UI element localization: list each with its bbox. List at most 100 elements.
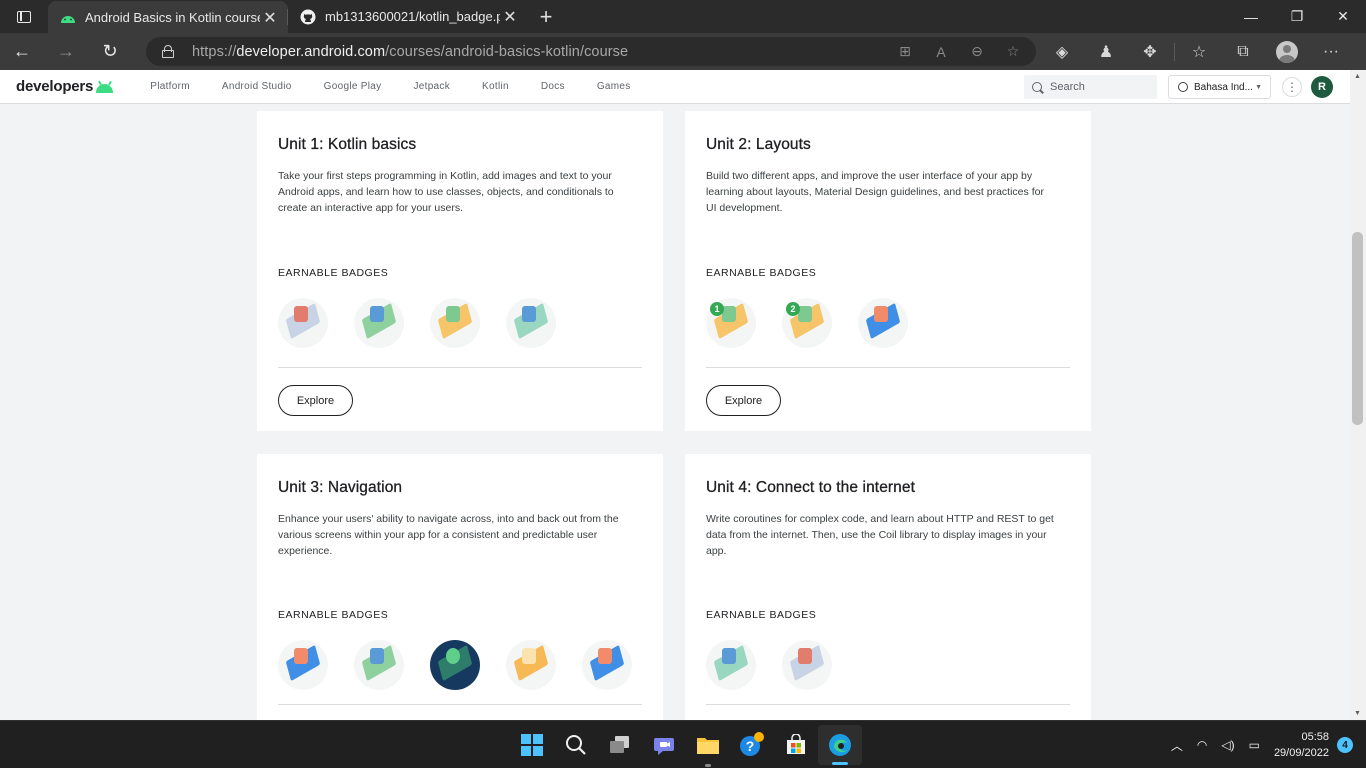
url-host: developer.android.com bbox=[236, 43, 386, 60]
taskbar-apps: ? bbox=[510, 721, 862, 768]
url-path: /courses/android-basics-kotlin/course bbox=[385, 43, 629, 60]
wifi-icon[interactable]: ◠ bbox=[1197, 738, 1207, 752]
badge-list: 1 2 bbox=[706, 298, 908, 348]
url-scheme: https:// bbox=[192, 43, 237, 60]
clock-time: 05:58 bbox=[1301, 731, 1329, 743]
refresh-button[interactable]: ↻ bbox=[88, 33, 132, 70]
svg-text:?: ? bbox=[746, 738, 755, 754]
url-text[interactable]: https://developer.android.com/courses/an… bbox=[192, 44, 628, 60]
edge-browser-button[interactable] bbox=[818, 725, 862, 765]
chat-icon bbox=[654, 738, 674, 755]
start-button[interactable] bbox=[510, 721, 554, 768]
badge-icon[interactable] bbox=[506, 640, 556, 690]
close-window-button[interactable]: ✕ bbox=[1320, 0, 1366, 33]
badge-icon[interactable] bbox=[430, 640, 480, 690]
nav-kotlin[interactable]: Kotlin bbox=[482, 81, 509, 92]
badge-icon[interactable] bbox=[278, 298, 328, 348]
nav-docs[interactable]: Docs bbox=[541, 81, 565, 92]
user-avatar[interactable]: R bbox=[1311, 76, 1333, 98]
windows-logo-icon bbox=[521, 734, 543, 756]
app-available-icon[interactable]: ⊞ bbox=[894, 43, 916, 60]
add-favorite-icon[interactable]: ☆ bbox=[1002, 43, 1024, 60]
search-placeholder: Search bbox=[1050, 81, 1085, 93]
site-header: developers Platform Android Studio Googl… bbox=[0, 70, 1350, 104]
tips-button[interactable]: ? bbox=[730, 721, 774, 768]
new-tab-button[interactable]: + bbox=[528, 0, 564, 33]
favorites-icon[interactable]: ☆ bbox=[1177, 42, 1221, 62]
explore-button[interactable]: Explore bbox=[278, 385, 353, 416]
site-search-input[interactable]: Search bbox=[1024, 75, 1157, 99]
badge-number: 2 bbox=[786, 302, 800, 316]
github-favicon-icon bbox=[300, 9, 316, 25]
notification-badge[interactable]: 4 bbox=[1337, 737, 1353, 753]
browser-titlebar: Android Basics in Kotlin course | ✕ mb13… bbox=[0, 0, 1366, 34]
card-divider bbox=[706, 704, 1070, 705]
teams-chat-button[interactable] bbox=[642, 721, 686, 768]
address-bar-actions: ⊞ A ⊖ ☆ bbox=[894, 37, 1024, 66]
unit-description: Write coroutines for complex code, and l… bbox=[706, 513, 1054, 557]
tab-actions-icon bbox=[17, 10, 31, 23]
zoom-icon[interactable]: ⊖ bbox=[966, 43, 988, 60]
badge-icon[interactable]: 2 bbox=[782, 298, 832, 348]
nav-platform[interactable]: Platform bbox=[150, 81, 190, 92]
extension-person-icon[interactable]: ♟ bbox=[1084, 42, 1128, 62]
badge-icon[interactable]: 1 bbox=[706, 298, 756, 348]
developers-logo[interactable]: developers bbox=[16, 78, 114, 95]
extensions-puzzle-icon[interactable]: ✥ bbox=[1128, 42, 1172, 62]
taskbar-search-button[interactable] bbox=[554, 721, 598, 768]
page-scrollbar[interactable]: ▲ ▼ bbox=[1350, 70, 1366, 720]
search-icon bbox=[1032, 82, 1042, 92]
tab-android-basics[interactable]: Android Basics in Kotlin course | ✕ bbox=[48, 1, 288, 34]
nav-google-play[interactable]: Google Play bbox=[324, 81, 382, 92]
more-options-button[interactable]: ⋮ bbox=[1282, 77, 1302, 97]
unit-title: Unit 1: Kotlin basics bbox=[278, 136, 417, 153]
badge-icon[interactable] bbox=[354, 298, 404, 348]
nav-jetpack[interactable]: Jetpack bbox=[413, 81, 450, 92]
nav-games[interactable]: Games bbox=[597, 81, 631, 92]
battery-icon[interactable]: ▭ bbox=[1249, 738, 1260, 752]
task-view-button[interactable] bbox=[598, 721, 642, 768]
show-hidden-icons-icon[interactable]: ︿ bbox=[1171, 737, 1183, 754]
folder-icon bbox=[697, 738, 719, 754]
nav-android-studio[interactable]: Android Studio bbox=[222, 81, 292, 92]
tab-actions-menu-button[interactable] bbox=[0, 0, 48, 33]
badge-icon[interactable] bbox=[782, 640, 832, 690]
unit-title: Unit 3: Navigation bbox=[278, 479, 403, 496]
running-indicator bbox=[832, 762, 848, 765]
badge-icon[interactable] bbox=[706, 640, 756, 690]
badge-icon[interactable] bbox=[354, 640, 404, 690]
extension-globe-icon[interactable]: ◈ bbox=[1040, 42, 1084, 62]
scroll-down-arrow-icon[interactable]: ▼ bbox=[1354, 710, 1361, 717]
address-bar[interactable]: https://developer.android.com/courses/an… bbox=[146, 37, 1036, 66]
read-aloud-icon[interactable]: A bbox=[930, 44, 952, 60]
help-icon: ? bbox=[740, 732, 764, 756]
running-indicator bbox=[705, 764, 711, 767]
language-select[interactable]: Bahasa Ind... ▼ bbox=[1168, 75, 1271, 99]
profile-button[interactable] bbox=[1265, 40, 1309, 63]
unit-description: Enhance your users' ability to navigate … bbox=[278, 513, 619, 557]
scrollbar-thumb[interactable] bbox=[1352, 232, 1363, 425]
minimize-button[interactable]: — bbox=[1228, 0, 1274, 33]
badge-icon[interactable] bbox=[278, 640, 328, 690]
unit-title: Unit 4: Connect to the internet bbox=[706, 479, 916, 496]
tab-close-icon[interactable]: ✕ bbox=[260, 8, 280, 28]
tab-close-icon[interactable]: ✕ bbox=[500, 7, 520, 27]
volume-icon[interactable]: ◁) bbox=[1221, 738, 1234, 752]
badge-icon[interactable] bbox=[582, 640, 632, 690]
scroll-up-arrow-icon[interactable]: ▲ bbox=[1354, 73, 1361, 80]
earnable-badges-label: EARNABLE BADGES bbox=[278, 267, 389, 279]
badge-icon[interactable] bbox=[858, 298, 908, 348]
explore-button[interactable]: Explore bbox=[706, 385, 781, 416]
badge-icon[interactable] bbox=[430, 298, 480, 348]
settings-more-button[interactable]: ··· bbox=[1309, 43, 1353, 61]
collections-icon[interactable]: ⧉ bbox=[1221, 43, 1265, 61]
tab-github-badge[interactable]: mb1313600021/kotlin_badge.pn ✕ bbox=[287, 0, 528, 33]
microsoft-store-button[interactable] bbox=[774, 721, 818, 768]
back-button[interactable]: ← bbox=[0, 33, 44, 70]
badge-icon[interactable] bbox=[506, 298, 556, 348]
clock[interactable]: 05:58 29/09/2022 bbox=[1274, 729, 1329, 761]
forward-button[interactable]: → bbox=[44, 33, 88, 70]
maximize-button[interactable]: ❐ bbox=[1274, 0, 1320, 33]
file-explorer-button[interactable] bbox=[686, 721, 730, 768]
lock-icon[interactable] bbox=[162, 45, 174, 58]
